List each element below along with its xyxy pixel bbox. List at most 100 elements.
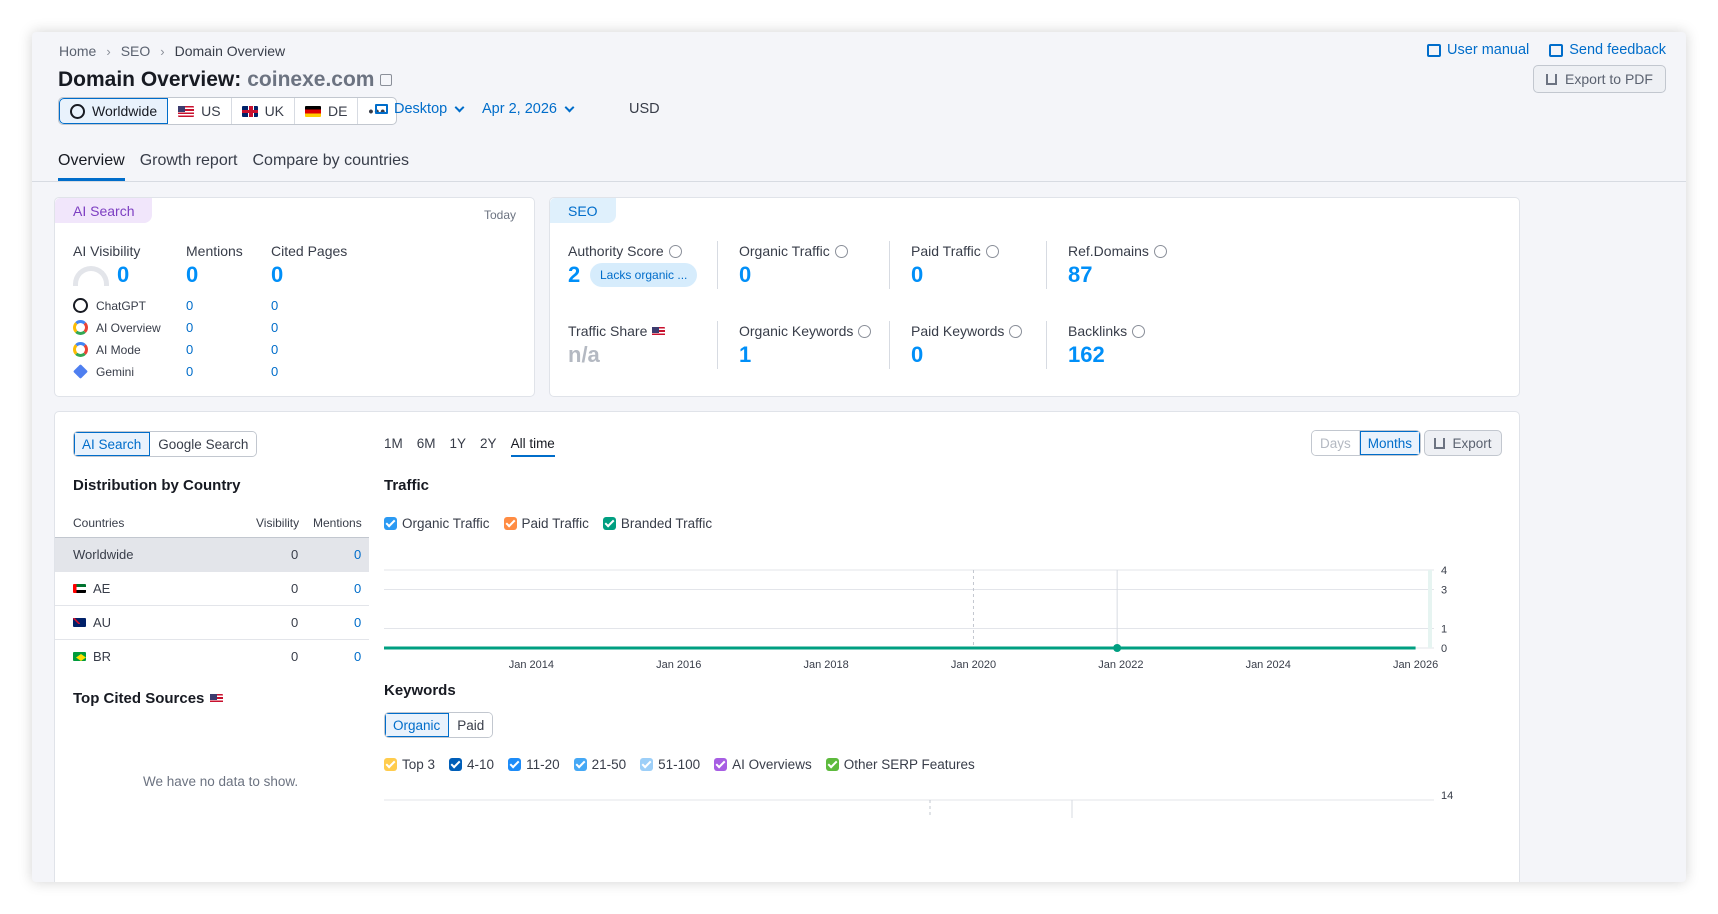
seo-tag: SEO: [550, 198, 616, 223]
paid-keywords-value[interactable]: 0: [911, 342, 923, 368]
info-icon[interactable]: [834, 244, 848, 258]
mentions-cell[interactable]: 0: [354, 615, 361, 630]
tab-growth-report[interactable]: Growth report: [140, 152, 238, 181]
organic-traffic-value[interactable]: 0: [739, 262, 751, 288]
legend-label: Organic Traffic: [402, 516, 490, 531]
legend-organic-traffic[interactable]: Organic Traffic: [384, 516, 490, 531]
breadcrumb-home[interactable]: Home: [59, 43, 96, 59]
period-6m[interactable]: 6M: [417, 436, 436, 457]
checkbox-icon: [825, 758, 839, 771]
engine-name: ChatGPT: [96, 298, 147, 313]
checkbox-icon: [714, 758, 728, 771]
table-row[interactable]: AU 0 0: [55, 605, 369, 639]
cited-pages-label: Cited Pages: [271, 243, 348, 259]
legend-4-10[interactable]: 4-10: [449, 757, 494, 772]
report-tabs: Overview Growth report Compare by countr…: [58, 152, 409, 181]
db-us[interactable]: US: [168, 98, 232, 124]
period-1y[interactable]: 1Y: [450, 436, 467, 457]
paid-traffic-label: Paid Traffic: [911, 243, 999, 259]
mentions-value[interactable]: 0: [186, 262, 198, 288]
table-row[interactable]: AE 0 0: [55, 571, 369, 605]
toggle-paid[interactable]: Paid: [449, 713, 493, 737]
info-icon[interactable]: [985, 244, 999, 258]
cited-pages-value[interactable]: 0: [271, 262, 283, 288]
organic-keywords-value[interactable]: 1: [739, 342, 751, 368]
legend-ai-overviews[interactable]: AI Overviews: [714, 757, 812, 772]
table-row[interactable]: Worldwide 0 0: [55, 537, 369, 571]
db-uk[interactable]: UK: [232, 98, 296, 124]
tab-overview[interactable]: Overview: [58, 152, 125, 181]
engine-mentions[interactable]: 0: [186, 342, 193, 357]
ref-domains-value[interactable]: 87: [1068, 262, 1092, 288]
keywords-chart[interactable]: 14: [384, 788, 1484, 818]
device-select[interactable]: Desktop: [375, 101, 465, 117]
authority-score-text: Authority Score: [568, 243, 664, 259]
legend-top-3[interactable]: Top 3: [384, 757, 435, 772]
db-worldwide[interactable]: Worldwide: [59, 98, 169, 124]
export-button[interactable]: Export: [1424, 430, 1502, 456]
mentions-cell[interactable]: 0: [354, 547, 361, 562]
breadcrumb-seo[interactable]: SEO: [121, 43, 151, 59]
authority-score-value[interactable]: 2: [568, 262, 580, 288]
date-select[interactable]: Apr 2, 2026: [482, 101, 575, 117]
info-icon[interactable]: [858, 324, 872, 338]
country-label: AU: [93, 615, 112, 630]
country-label: BR: [93, 649, 112, 664]
db-worldwide-label: Worldwide: [92, 103, 158, 119]
export-pdf-button[interactable]: Export to PDF: [1533, 65, 1666, 93]
legend-other-serp[interactable]: Other SERP Features: [825, 757, 975, 772]
engine-cited[interactable]: 0: [271, 364, 278, 379]
engine-mentions[interactable]: 0: [186, 298, 193, 313]
legend-paid-traffic[interactable]: Paid Traffic: [503, 516, 589, 531]
user-manual-link[interactable]: User manual: [1427, 42, 1529, 58]
backlinks-value[interactable]: 162: [1068, 342, 1105, 368]
toggle-google-search[interactable]: Google Search: [150, 432, 257, 456]
traffic-chart[interactable]: 4 3 1 0 Jan 2014 Jan 2016 Jan 2018 Jan 2020 Jan …: [384, 550, 1484, 670]
period-2y[interactable]: 2Y: [480, 436, 497, 457]
toggle-organic[interactable]: Organic: [385, 713, 450, 737]
period-1m[interactable]: 1M: [384, 436, 403, 457]
legend-51-100[interactable]: 51-100: [640, 757, 700, 772]
tab-compare-by-countries[interactable]: Compare by countries: [253, 152, 410, 181]
external-link-icon[interactable]: [380, 74, 393, 86]
mentions-label: Mentions: [186, 243, 243, 259]
top-cited-title: Top Cited Sources: [73, 690, 224, 707]
engine-cited[interactable]: 0: [271, 320, 278, 335]
traffic-share-value: n/a: [568, 342, 600, 367]
send-feedback-link[interactable]: Send feedback: [1549, 42, 1666, 58]
ai-visibility-value[interactable]: 0: [117, 262, 129, 288]
info-icon[interactable]: [1009, 324, 1023, 338]
db-de[interactable]: DE: [295, 98, 359, 124]
legend-label: 11-20: [526, 757, 560, 772]
send-feedback-label: Send feedback: [1569, 42, 1666, 58]
country-label: Worldwide: [73, 547, 134, 562]
info-icon[interactable]: [1132, 324, 1146, 338]
info-icon[interactable]: [668, 244, 682, 258]
legend-branded-traffic[interactable]: Branded Traffic: [602, 516, 712, 531]
mentions-cell[interactable]: 0: [354, 581, 361, 596]
x-tick-label: Jan 2024: [1246, 659, 1291, 670]
x-tick-label: Jan 2026: [1393, 659, 1438, 670]
device-label: Desktop: [394, 101, 448, 117]
legend-21-50[interactable]: 21-50: [573, 757, 626, 772]
legend-11-20[interactable]: 11-20: [508, 757, 560, 772]
table-row[interactable]: BR 0 0: [55, 639, 369, 673]
gemini-sparkle-icon: [73, 364, 88, 379]
toggle-ai-search[interactable]: AI Search: [74, 432, 151, 456]
granularity-days[interactable]: Days: [1312, 431, 1360, 455]
engine-mentions[interactable]: 0: [186, 364, 193, 379]
engine-cited[interactable]: 0: [271, 342, 278, 357]
period-all-time[interactable]: All time: [510, 436, 555, 457]
info-icon[interactable]: [1153, 244, 1167, 258]
paid-keywords-label: Paid Keywords: [911, 323, 1023, 339]
date-label: Apr 2, 2026: [482, 101, 557, 117]
granularity-months[interactable]: Months: [1359, 431, 1421, 455]
paid-traffic-value[interactable]: 0: [911, 262, 923, 288]
engine-mentions[interactable]: 0: [186, 320, 193, 335]
authority-status-pill[interactable]: Lacks organic ...: [590, 263, 698, 287]
engine-cited[interactable]: 0: [271, 298, 278, 313]
top-links: User manual Send feedback: [1427, 42, 1666, 58]
mentions-cell[interactable]: 0: [354, 649, 361, 664]
globe-icon: [70, 103, 85, 119]
visibility-gauge: [73, 266, 109, 286]
